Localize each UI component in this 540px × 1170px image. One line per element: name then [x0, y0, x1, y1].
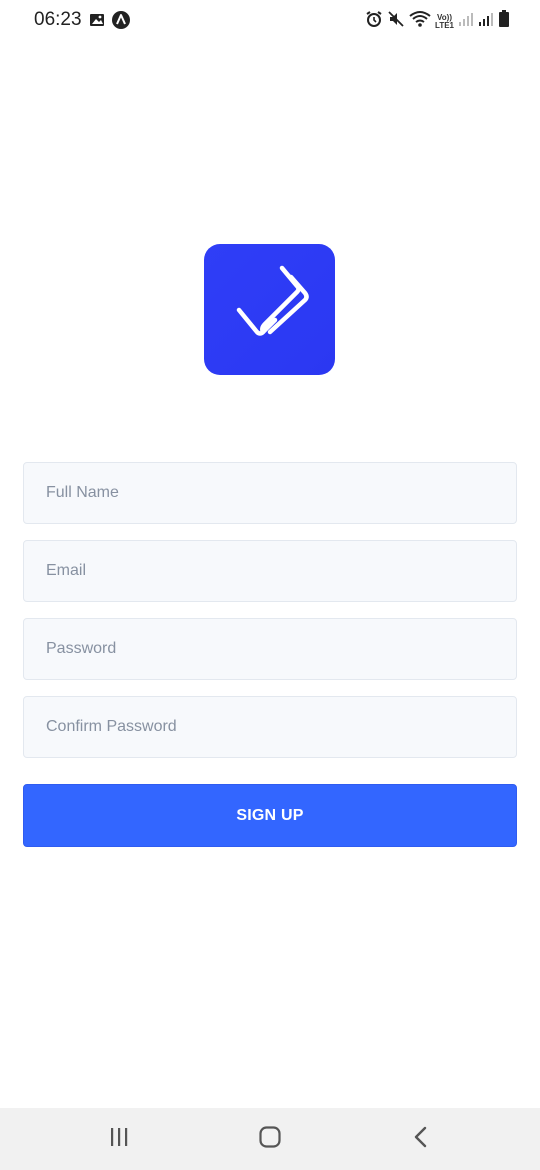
system-nav-bar	[0, 1108, 540, 1170]
back-button[interactable]	[406, 1126, 436, 1152]
sign-up-button[interactable]: SIGN UP	[23, 784, 517, 847]
signup-form	[23, 462, 517, 774]
sign-up-button-label: SIGN UP	[236, 806, 304, 824]
confirm-password-input[interactable]	[23, 696, 517, 758]
status-right-icons: Vo)) LTE1	[365, 10, 510, 33]
signup-screen: 06:23 Vo)) LTE1 Full Name Email SIGN UP	[0, 0, 540, 1170]
password-input[interactable]	[23, 618, 517, 680]
status-bar: 06:23 Vo)) LTE1	[0, 0, 540, 40]
image-icon	[89, 12, 105, 33]
back-icon	[411, 1125, 431, 1154]
recent-apps-button[interactable]	[104, 1126, 134, 1152]
full-name-input[interactable]	[23, 462, 517, 524]
app-notification-icon	[111, 10, 131, 35]
status-time: 06:23	[34, 9, 82, 30]
signal-icon	[478, 11, 494, 32]
mute-icon	[387, 10, 405, 33]
signal-icon	[458, 11, 474, 32]
home-icon	[258, 1125, 282, 1154]
status-left-icons	[89, 10, 131, 35]
volte-lte-icon: Vo)) LTE1	[435, 13, 454, 30]
lte-label: LTE1	[435, 20, 454, 30]
email-input[interactable]	[23, 540, 517, 602]
recent-apps-icon	[107, 1126, 131, 1153]
app-logo	[204, 244, 335, 375]
home-button[interactable]	[255, 1125, 285, 1154]
battery-icon	[498, 10, 510, 33]
wifi-icon	[409, 10, 431, 33]
alarm-icon	[365, 10, 383, 33]
app-logo-icon	[225, 262, 315, 357]
